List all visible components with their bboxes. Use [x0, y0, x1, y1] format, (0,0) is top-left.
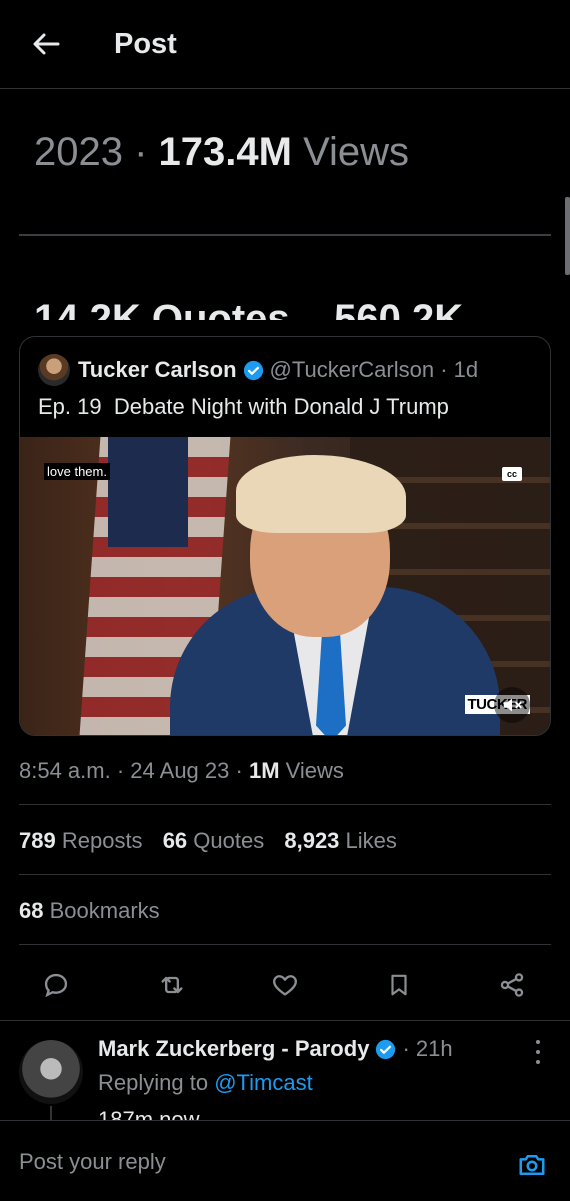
video-caption: love them.: [44, 463, 110, 480]
video-thumbnail[interactable]: love them. cc TUCKER: [20, 437, 550, 735]
divider: [0, 1020, 570, 1021]
quoted-divider: [19, 234, 551, 236]
arrow-left-icon: [33, 33, 60, 55]
closed-captions-button[interactable]: cc: [502, 467, 522, 481]
quotes-stat[interactable]: 66 Quotes: [163, 828, 265, 853]
quote-text: Ep. 19 Debate Night with Donald J Trump: [38, 394, 449, 419]
verified-badge-icon: [375, 1039, 396, 1060]
engagement-stats: 789 Reposts 66 Quotes 8,923 Likes: [19, 828, 411, 854]
bookmarks-count: 68: [19, 898, 44, 923]
reply-author-name[interactable]: Mark Zuckerberg - Parody: [98, 1036, 369, 1062]
reply-text: 187m now: [98, 1107, 200, 1120]
reply-composer[interactable]: Post your reply: [0, 1120, 570, 1201]
reposts-count: 789: [19, 828, 56, 853]
reposts-label: Reposts: [61, 828, 143, 853]
likes-count: 8,923: [284, 828, 340, 853]
likes-stat[interactable]: 8,923 Likes: [284, 828, 397, 853]
reply-time: 21h: [415, 1036, 453, 1061]
more-dot-icon: [536, 1040, 540, 1044]
replying-prefix: Replying to: [98, 1070, 209, 1095]
bookmark-button[interactable]: [381, 967, 417, 1003]
post-views-label: Views: [285, 758, 344, 783]
quoted-cut-stats: 14.2K Quotes 560.2K: [34, 296, 463, 320]
quotes-count: 66: [162, 828, 188, 853]
scrollbar-thumb[interactable]: [565, 197, 570, 275]
dot-separator: ·: [434, 357, 454, 382]
quoted-views-line: 2023 · 173.4M Views: [34, 130, 410, 174]
replying-to: Replying to @Timcast: [98, 1070, 313, 1096]
post-views-count[interactable]: 1M: [249, 758, 280, 783]
repost-icon: [161, 976, 183, 994]
share-icon: [500, 973, 524, 997]
back-button[interactable]: [28, 26, 64, 62]
camera-button[interactable]: [514, 1147, 550, 1183]
quote-time: 1d: [453, 357, 479, 382]
page-title: Post: [114, 28, 177, 60]
reply-header: Mark Zuckerberg - Parody · 21h: [98, 1036, 453, 1062]
flag-canton: [108, 437, 188, 547]
camera-icon: [519, 1155, 545, 1175]
like-button[interactable]: [267, 967, 303, 1003]
likes-label: Likes: [345, 828, 397, 853]
divider: [19, 804, 551, 805]
divider: [19, 874, 551, 875]
verified-badge-icon: [243, 360, 264, 381]
top-bar: Post: [0, 0, 570, 89]
quoted-views-count: 173.4M: [158, 130, 292, 174]
mute-button[interactable]: [494, 687, 530, 723]
bookmarks-stat[interactable]: 68 Bookmarks: [19, 898, 160, 924]
divider: [19, 944, 551, 945]
quote-card[interactable]: Tucker Carlson @TuckerCarlson · 1d Ep. 1…: [19, 336, 551, 736]
reply-icon: [44, 973, 68, 998]
avatar[interactable]: [19, 1040, 83, 1104]
like-icon: [273, 975, 297, 996]
dot-separator: ·: [402, 1036, 416, 1061]
reply-button[interactable]: [38, 967, 74, 1003]
more-dot-icon: [536, 1050, 540, 1054]
quoted-views-label: Views: [303, 130, 410, 174]
share-button[interactable]: [494, 967, 530, 1003]
quote-author-handle[interactable]: @TuckerCarlson: [270, 357, 435, 383]
replying-handle-link[interactable]: @Timcast: [214, 1070, 313, 1095]
quote-author-name[interactable]: Tucker Carlson: [78, 357, 237, 383]
quoted-cut-second: 560.2K: [334, 297, 464, 320]
post-timestamp: 8:54 a.m. · 24 Aug 23 · 1M Views: [19, 758, 344, 783]
speaker-muted-icon: [503, 698, 522, 712]
reply-input[interactable]: Post your reply: [19, 1149, 166, 1175]
thread-line: [50, 1106, 52, 1120]
quoted-cut-quotes: 14.2K Quotes: [34, 297, 290, 320]
quoted-year: 2023: [34, 130, 123, 174]
reposts-stat[interactable]: 789 Reposts: [19, 828, 143, 853]
action-bar: [0, 963, 570, 1007]
bookmark-icon: [391, 974, 407, 996]
quotes-label: Quotes: [193, 828, 265, 853]
bookmarks-label: Bookmarks: [49, 898, 160, 923]
more-dot-icon: [536, 1060, 540, 1064]
avatar[interactable]: [38, 354, 70, 386]
more-options-button[interactable]: [528, 1040, 548, 1064]
quote-card-header: Tucker Carlson @TuckerCarlson · 1d: [38, 354, 478, 386]
post-date[interactable]: 24 Aug 23: [130, 758, 229, 783]
repost-button[interactable]: [154, 967, 190, 1003]
post-time[interactable]: 8:54 a.m.: [19, 758, 111, 783]
